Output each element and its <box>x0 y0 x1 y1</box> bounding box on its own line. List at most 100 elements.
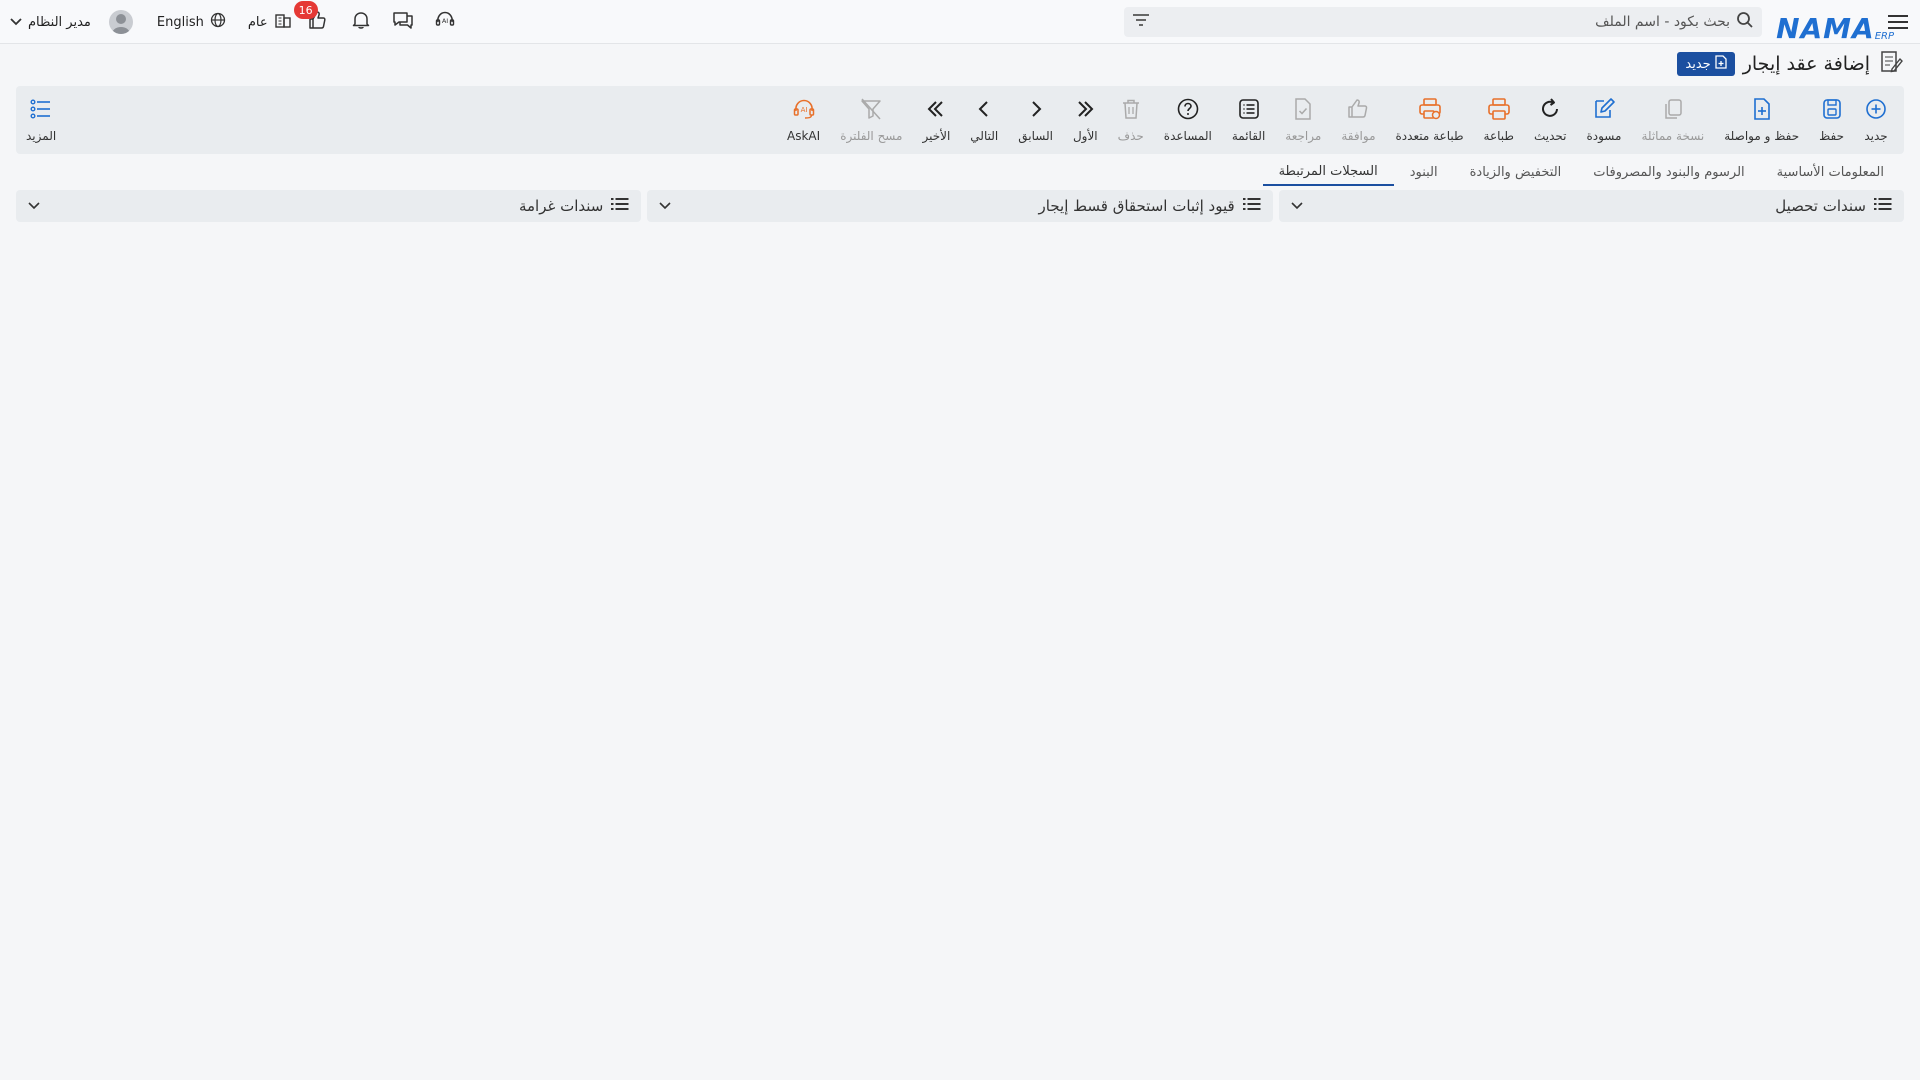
toolbar-button-chevron-left[interactable]: التالي <box>960 86 1008 154</box>
toolbar-button-file-plus[interactable]: حفظ و مواصلة <box>1714 86 1809 154</box>
toolbar-button-refresh[interactable]: تحديث <box>1524 86 1577 154</box>
panel-title: قيود إثبات استحقاق قسط إيجار <box>1038 197 1235 215</box>
toolbar-button-label: التالي <box>970 129 999 143</box>
tab-2[interactable]: الرسوم والبنود والمصروفات <box>1577 158 1760 186</box>
chat-icon <box>392 10 414 34</box>
toolbar-button-double-chevron-right[interactable]: الأول <box>1063 86 1108 154</box>
toolbar-button-label: موافقة <box>1341 129 1376 143</box>
messages-button[interactable] <box>392 11 414 33</box>
chevron-down-icon[interactable] <box>1291 198 1303 214</box>
search-input[interactable] <box>1150 13 1737 30</box>
contract-icon <box>1878 49 1904 79</box>
multi-print-icon <box>1418 97 1442 125</box>
search-bar <box>1124 6 1763 37</box>
toolbar-button-print[interactable]: طباعة <box>1474 86 1524 154</box>
list-icon <box>611 197 629 215</box>
toolbar-button-trash[interactable]: حذف <box>1108 86 1154 154</box>
svg-text:AI: AI <box>800 106 807 114</box>
file-check-icon <box>1291 97 1315 125</box>
svg-text:AI: AI <box>441 17 447 25</box>
search-icon[interactable] <box>1736 11 1754 33</box>
toolbar-button-ai-assistant[interactable]: AI AskAI <box>777 86 830 154</box>
page-title: إضافة عقد إيجار <box>1742 53 1870 75</box>
thumbs-up-icon <box>1346 97 1370 125</box>
chevron-right-icon <box>1024 97 1048 125</box>
page-header: إضافة عقد إيجار جديد <box>1677 48 1904 80</box>
notifications-button[interactable] <box>350 11 372 33</box>
toolbar-button-help[interactable]: المساعدة <box>1154 86 1222 154</box>
toolbar-button-label: AskAI <box>787 129 821 143</box>
logo[interactable]: NAMA ERP <box>1776 0 1894 45</box>
panel-title: سندات غرامة <box>518 197 604 215</box>
language-switch[interactable]: English <box>157 12 226 32</box>
related-panel-2[interactable]: قيود إثبات استحقاق قسط إيجار <box>647 190 1273 222</box>
toolbar-button-list[interactable]: القائمة <box>1222 86 1275 154</box>
user-name: مدير النظام <box>28 14 91 30</box>
toolbar-button-label: مسودة <box>1586 129 1622 143</box>
approvals-button[interactable]: 16 <box>293 1 328 33</box>
action-toolbar: جديد حفظ حفظ و مواصلة نسخة مماثلة مسودة تحديث… <box>16 86 1904 154</box>
double-chevron-left-icon <box>924 97 948 125</box>
toolbar-button-double-chevron-left[interactable]: الأخير <box>912 86 960 154</box>
list-icon <box>1237 97 1261 125</box>
general-label: عام <box>247 14 268 30</box>
toolbar-button-clear-filter[interactable]: مسح الفلترة <box>830 86 912 154</box>
toolbar-button-label: طباعة متعددة <box>1395 129 1464 143</box>
list-icon <box>1874 197 1892 215</box>
ai-button[interactable]: AI <box>434 11 456 33</box>
panel-header: سندات غرامة <box>519 197 629 215</box>
chevron-down-icon[interactable] <box>28 198 40 214</box>
edit-icon <box>1592 97 1616 125</box>
avatar <box>108 10 133 34</box>
globe-icon <box>210 12 226 32</box>
related-records-panels: سندات تحصيل قيود إثبات استحقاق قسط إيجار… <box>16 190 1904 222</box>
tab-5[interactable]: السجلات المرتبطة <box>1262 158 1394 186</box>
toolbar-button-label: حفظ و مواصلة <box>1724 129 1800 143</box>
help-icon <box>1176 97 1200 125</box>
panel-header: سندات تحصيل <box>1775 197 1892 215</box>
file-plus-icon <box>1750 97 1774 125</box>
general-section-selector[interactable]: عام <box>248 11 292 33</box>
related-panel-1[interactable]: سندات تحصيل <box>1278 190 1904 222</box>
tab-3[interactable]: التخفيض والزيادة <box>1454 158 1578 186</box>
toolbar-button-edit[interactable]: مسودة <box>1576 86 1631 154</box>
toolbar-button-multi-print[interactable]: طباعة متعددة <box>1386 86 1474 154</box>
panel-header: قيود إثبات استحقاق قسط إيجار <box>1039 197 1261 215</box>
copy-icon <box>1661 97 1685 125</box>
toolbar-button-label: حذف <box>1117 129 1144 143</box>
filter-icon[interactable] <box>1132 13 1150 31</box>
toolbar-button-label: تحديث <box>1533 129 1567 143</box>
ai-assistant-icon: AI <box>434 9 456 35</box>
more-button[interactable]: المزيد <box>26 86 56 154</box>
logo-sub: ERP <box>1874 30 1894 42</box>
file-new-icon <box>1715 55 1727 73</box>
print-icon <box>1487 97 1511 125</box>
top-bar-left: مدير النظام English عام 16 AI <box>0 0 456 44</box>
tab-4[interactable]: البنود <box>1394 158 1454 186</box>
double-chevron-right-icon <box>1073 97 1097 125</box>
toolbar-button-label: السابق <box>1018 129 1053 143</box>
status-badge-label: جديد <box>1685 56 1711 72</box>
toolbar-button-label: مراجعة <box>1285 129 1322 143</box>
save-icon <box>1820 97 1844 125</box>
toolbar-button-plus-circle[interactable]: جديد <box>1854 86 1898 154</box>
toolbar-button-label: مسح الفلترة <box>840 129 903 143</box>
clear-filter-icon <box>859 97 883 125</box>
notifications-count-badge: 16 <box>293 1 318 19</box>
tab-1[interactable]: المعلومات الأساسية <box>1761 158 1900 186</box>
related-panel-3[interactable]: سندات غرامة <box>16 190 642 222</box>
logo-text: NAMA <box>1776 11 1875 45</box>
toolbar-button-file-check[interactable]: مراجعة <box>1275 86 1331 154</box>
form-tabs: المعلومات الأساسية الرسوم والبنود والمصرو… <box>1262 158 1900 186</box>
toolbar-button-chevron-right[interactable]: السابق <box>1008 86 1063 154</box>
chevron-down-icon[interactable] <box>659 198 671 214</box>
user-menu[interactable]: مدير النظام <box>10 10 133 34</box>
list-icon <box>1242 197 1261 215</box>
toolbar-button-save[interactable]: حفظ <box>1809 86 1854 154</box>
toolbar-button-thumbs-up[interactable]: موافقة <box>1331 86 1385 154</box>
more-list-icon <box>29 97 53 125</box>
toolbar-button-copy[interactable]: نسخة مماثلة <box>1631 86 1714 154</box>
plus-circle-icon <box>1864 97 1888 125</box>
toolbar-button-label: الأخير <box>922 129 951 143</box>
chevron-down-icon <box>10 14 22 30</box>
